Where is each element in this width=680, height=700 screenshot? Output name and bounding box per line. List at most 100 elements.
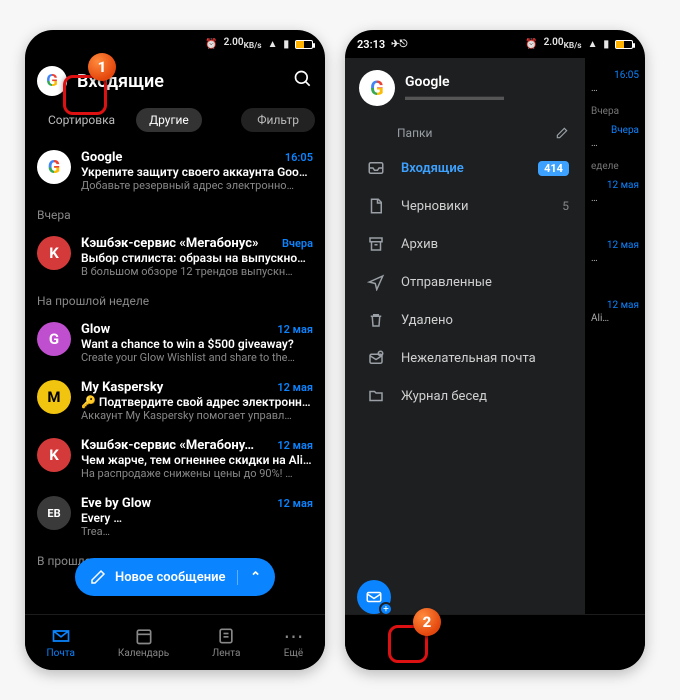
- phone-inbox: ⏰ 2.00KB/s ▲ ▮ G Входящие Сортировка Дру…: [25, 30, 325, 670]
- folder-sent[interactable]: Отправленные: [345, 263, 585, 301]
- folder-label: Отправленные: [401, 275, 569, 290]
- message-subject: Want a chance to win a $500 giveaway?: [81, 337, 313, 351]
- account-email: ▬▬▬▬▬▬▬▬▬: [405, 90, 504, 103]
- status-bar: ⏰ 2.00KB/s ▲ ▮: [25, 30, 325, 58]
- nav-mail[interactable]: Почта: [46, 626, 74, 659]
- message-date: 16:05: [285, 151, 313, 164]
- message-date: 12 мая: [277, 323, 313, 336]
- signal-icon: ▮: [283, 39, 289, 50]
- sender-name: My Kaspersky: [81, 380, 277, 395]
- folder-label: Черновики: [401, 199, 548, 214]
- account-name: Google: [405, 74, 504, 90]
- sender-avatar: K: [37, 438, 71, 472]
- phone-drawer: 23:13 ✈ ⎋ ⏰ 2.00KB/s ▲ ▮ 16:05 … Вчера В…: [345, 30, 645, 670]
- sender-avatar: G: [37, 150, 71, 184]
- folder-draft[interactable]: Черновики 5: [345, 187, 585, 225]
- message-date: 12 мая: [277, 381, 313, 394]
- compose-label: Новое сообщение: [115, 570, 226, 585]
- net-speed: 2.00KB/s: [544, 37, 582, 51]
- message-date: Вчера: [282, 237, 313, 250]
- sender-name: Eve by Glow: [81, 496, 277, 511]
- folder-spam[interactable]: Нежелательная почта: [345, 339, 585, 377]
- sender-name: Glow: [81, 322, 277, 337]
- message-preview: Create your Glow Wishlist and share to t…: [81, 351, 313, 364]
- message-subject: Every …: [81, 511, 313, 525]
- folder-label: Нежелательная почта: [401, 351, 569, 366]
- debug-icon: ⎋: [400, 39, 408, 50]
- message-preview: Добавьте резервный адрес электронно…: [81, 179, 313, 192]
- message-subject: Выбор стилиста: образы на выпускно…: [81, 251, 313, 265]
- nav-calendar[interactable]: Календарь: [118, 626, 169, 659]
- account-header[interactable]: G Google ▬▬▬▬▬▬▬▬▬: [345, 70, 585, 118]
- archive-icon: [365, 235, 387, 253]
- message-preview: В большом обзоре 12 трендов выпускн…: [81, 265, 313, 278]
- folder-log[interactable]: Журнал бесед: [345, 377, 585, 415]
- message-date: 12 мая: [277, 439, 313, 452]
- account-avatar[interactable]: G: [359, 70, 395, 106]
- folders-heading: Папки: [345, 118, 585, 149]
- folder-label: Архив: [401, 237, 569, 252]
- inbox-peek: 16:05 … Вчера Вчера … еделе 12 мая … 12 …: [585, 58, 645, 614]
- message-preview: На распродаже снижены цены до 90%! …: [81, 467, 313, 480]
- folder-trash[interactable]: Удалено: [345, 301, 585, 339]
- message-preview: Trea…: [81, 525, 313, 538]
- compose-button[interactable]: Новое сообщение ⌃: [75, 558, 275, 596]
- sender-avatar: M: [37, 380, 71, 414]
- battery-icon: [615, 40, 633, 49]
- folder-label: Журнал бесед: [401, 389, 569, 404]
- sender-name: Кэшбэк-сервис «Мегабонус»: [81, 236, 282, 251]
- alarm-icon: ⏰: [205, 39, 217, 50]
- message-row[interactable]: G Glow 12 мая Want a chance to win a $500…: [25, 314, 325, 372]
- bottom-nav: Почта Календарь Лента ⋯ Ещё: [25, 614, 325, 670]
- message-row[interactable]: K Кэшбэк-сервис «Мегабонус» Вчера Выбор с…: [25, 228, 325, 286]
- status-bar: 23:13 ✈ ⎋ ⏰ 2.00KB/s ▲ ▮: [345, 30, 645, 58]
- draft-icon: [365, 197, 387, 215]
- message-subject: Чем жарче, тем огненнее скидки на Ali…: [81, 453, 313, 467]
- spam-icon: [365, 349, 387, 367]
- chevron-up-icon[interactable]: ⌃: [237, 570, 261, 585]
- log-icon: [365, 387, 387, 405]
- net-speed: 2.00KB/s: [224, 37, 262, 51]
- folder-label: Входящие: [401, 161, 524, 176]
- message-list[interactable]: G Google 16:05 Укрепите защиту своего акк…: [25, 142, 325, 574]
- callout-2: 2: [413, 608, 441, 636]
- message-preview: Аккаунт My Kaspersky помогает управл…: [81, 409, 313, 422]
- alarm-icon: ⏰: [525, 39, 537, 50]
- message-row[interactable]: G Google 16:05 Укрепите защиту своего акк…: [25, 142, 325, 200]
- filter-chip[interactable]: Фильтр: [241, 108, 315, 132]
- message-row[interactable]: K Кэшбэк-сервис «Мегабону… 12 мая Чем жар…: [25, 430, 325, 488]
- message-date: 12 мая: [277, 497, 313, 510]
- callout-1: 1: [88, 53, 116, 81]
- battery-icon: [295, 40, 313, 49]
- folder-badge: 414: [538, 161, 569, 176]
- nav-drawer: G Google ▬▬▬▬▬▬▬▬▬ Папки Входящие 414 Че…: [345, 58, 585, 670]
- nav-feed[interactable]: Лента: [212, 626, 240, 659]
- clock: 23:13: [357, 38, 385, 51]
- compose-fab[interactable]: +: [357, 580, 391, 614]
- folder-count: 5: [562, 199, 569, 213]
- wifi-icon: ▲: [588, 39, 598, 50]
- sender-avatar: G: [37, 322, 71, 356]
- sender-name: Google: [81, 150, 285, 165]
- sender-avatar: K: [37, 236, 71, 270]
- tab-other[interactable]: Другие: [136, 108, 202, 132]
- folder-archive[interactable]: Архив: [345, 225, 585, 263]
- sender-avatar: EB: [37, 496, 71, 530]
- telegram-icon: ✈: [391, 39, 399, 50]
- message-row[interactable]: M My Kaspersky 12 мая 🔑 Подтвердите свой …: [25, 372, 325, 430]
- nav-more[interactable]: ⋯ Ещё: [283, 626, 303, 659]
- message-subject: Укрепите защиту своего аккаунта Goo…: [81, 165, 313, 179]
- trash-icon: [365, 311, 387, 329]
- signal-icon: ▮: [603, 39, 609, 50]
- sent-icon: [365, 273, 387, 291]
- message-subject: 🔑 Подтвердите свой адрес электронн…: [81, 395, 313, 409]
- folder-inbox[interactable]: Входящие 414: [345, 149, 585, 187]
- wifi-icon: ▲: [268, 39, 278, 50]
- folder-label: Удалено: [401, 313, 569, 328]
- message-row[interactable]: EB Eve by Glow 12 мая Every … Trea…: [25, 488, 325, 546]
- inbox-icon: [365, 159, 387, 177]
- sender-name: Кэшбэк-сервис «Мегабону…: [81, 438, 277, 453]
- callout-1-box: [63, 75, 107, 115]
- edit-folders-icon[interactable]: [555, 126, 569, 143]
- search-icon[interactable]: [293, 69, 313, 94]
